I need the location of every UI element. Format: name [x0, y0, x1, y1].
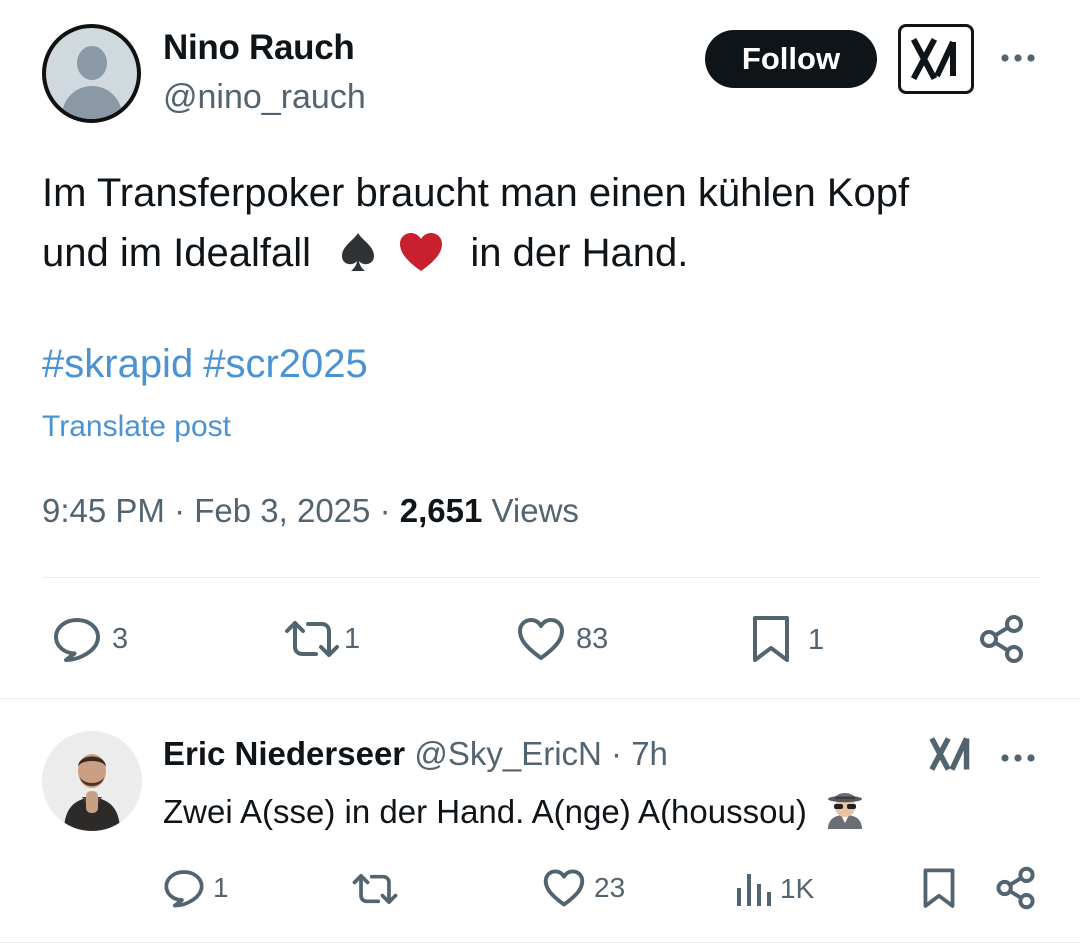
tweet-text-line-2-end: in der Hand. [470, 231, 689, 275]
bookmark-count: 1 [808, 623, 825, 656]
meta-separator: · [379, 492, 391, 529]
repost-icon [352, 874, 398, 904]
share-icon [980, 615, 1023, 663]
divider [42, 577, 1040, 578]
hashtags: #skrapid #scr2025 [42, 342, 378, 387]
reply-author-avatar[interactable] [42, 731, 142, 831]
divider [0, 942, 1080, 943]
more-icon [1001, 754, 1035, 762]
translate-post-link[interactable]: Translate post [42, 410, 231, 444]
views-label: Views [491, 492, 579, 529]
tweet-date[interactable]: Feb 3, 2025 [194, 492, 370, 529]
reply-share-button[interactable] [995, 866, 1037, 910]
repost-count: 1 [344, 622, 361, 655]
bookmark-button[interactable]: 1 [750, 614, 824, 666]
reply-views-button[interactable]: 1K [734, 870, 814, 908]
reply-like-count: 23 [594, 872, 626, 903]
reply-header: Eric Niederseer @Sky_EricN · 7h [163, 735, 668, 773]
views-icon [737, 874, 771, 906]
grok-button[interactable] [898, 24, 974, 94]
bookmark-icon [753, 616, 789, 662]
hashtag-link[interactable]: #scr2025 [203, 342, 368, 386]
detective-emoji-icon [827, 793, 862, 829]
tweet-text: Im Transferpoker braucht man einen kühle… [42, 163, 1042, 283]
reply-author-handle[interactable]: @Sky_EricN [414, 735, 602, 772]
tweet-text-line-2: und im Idealfall in der Hand. [42, 223, 1042, 283]
tweet-meta: 9:45 PM · Feb 3, 2025 · 2,651 Views [42, 492, 579, 530]
red-heart-emoji-icon [400, 233, 443, 271]
reply-count: 3 [112, 622, 129, 655]
heart-icon [543, 869, 585, 907]
more-icon [1001, 54, 1035, 62]
share-button[interactable] [978, 614, 1026, 664]
like-count: 83 [576, 622, 609, 655]
reply-time[interactable]: 7h [631, 735, 668, 772]
reply-bookmark-button[interactable] [921, 867, 957, 911]
author-avatar[interactable] [42, 24, 141, 123]
grok-icon [911, 37, 956, 81]
reply-icon [164, 870, 204, 908]
author-name[interactable]: Nino Rauch [163, 28, 355, 68]
bookmark-icon [923, 868, 955, 908]
like-button[interactable]: 83 [516, 616, 608, 662]
meta-separator: · [174, 492, 186, 529]
reply-more-options-button[interactable] [998, 738, 1038, 778]
reply-avatar-photo [42, 731, 142, 831]
repost-button[interactable]: 1 [284, 617, 360, 661]
reply-like-button[interactable]: 23 [542, 868, 625, 908]
tweet-time[interactable]: 9:45 PM [42, 492, 165, 529]
reply-button[interactable]: 3 [52, 616, 128, 662]
spade-suit-emoji-icon [342, 233, 375, 271]
follow-button[interactable]: Follow [705, 30, 877, 88]
reply-repost-button[interactable] [352, 870, 406, 908]
hashtag-link[interactable]: #skrapid [42, 342, 193, 386]
more-options-button[interactable] [998, 38, 1038, 78]
grok-icon [929, 737, 970, 771]
reply-text-body: Zwei A(sse) in der Hand. A(nge) A(housso… [163, 793, 807, 830]
reply-views-count: 1K [780, 873, 815, 904]
share-icon [996, 866, 1035, 910]
reply-reply-button[interactable]: 1 [163, 868, 229, 908]
tweet-text-line-2-start: und im Idealfall [42, 231, 312, 275]
views-count[interactable]: 2,651 [400, 492, 483, 529]
heart-icon [518, 618, 564, 660]
author-handle[interactable]: @nino_rauch [163, 78, 366, 117]
reply-separator: · [611, 735, 623, 772]
reply-author-name[interactable]: Eric Niederseer [163, 735, 405, 772]
avatar-placeholder-body [62, 86, 122, 119]
reply-reply-count: 1 [213, 872, 229, 903]
reply-icon [54, 618, 100, 662]
tweet-text-line-1: Im Transferpoker braucht man einen kühle… [42, 171, 910, 215]
repost-icon [285, 621, 339, 657]
avatar-placeholder-head [77, 46, 107, 80]
divider [0, 698, 1080, 699]
reply-text: Zwei A(sse) in der Hand. A(nge) A(housso… [163, 789, 866, 831]
reply-grok-button[interactable] [928, 733, 974, 775]
